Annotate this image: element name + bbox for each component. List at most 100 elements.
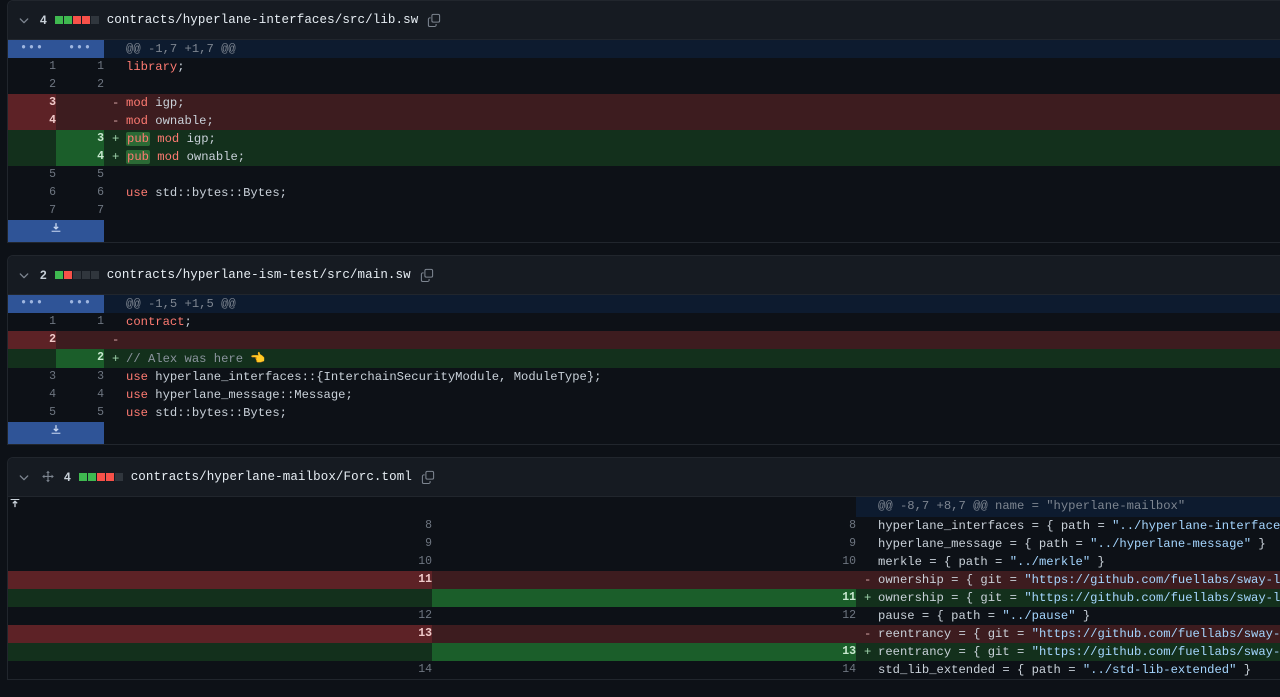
diff-code-cell[interactable]: use hyperlane_message::Message;	[104, 386, 1280, 404]
line-number-old: 13	[8, 625, 432, 643]
diff-row-ctx: 66 use std::bytes::Bytes;	[8, 184, 1280, 202]
chevron-down-icon[interactable]	[16, 469, 32, 485]
diffstat-square-add	[87, 473, 96, 481]
diff-code-cell[interactable]: use hyperlane_interfaces::{InterchainSec…	[104, 368, 1280, 386]
diff-row-ctx: 88 hyperlane_interfaces = { path = "../h…	[8, 517, 1280, 535]
expand-down-button[interactable]	[8, 422, 104, 444]
diff-row-ctx: 12 12 pause = { path = "../pause" }	[8, 607, 1280, 625]
diff-code-cell[interactable]: library;	[104, 58, 1280, 76]
file-header: 4 contracts/hyperlane-mailbox/Forc.toml	[8, 458, 1280, 497]
diff-code-cell[interactable]: + ownership = { git = "https://github.com…	[856, 589, 1280, 607]
diff-code-cell[interactable]: - mod igp;	[104, 94, 1280, 112]
copy-icon[interactable]	[419, 267, 435, 283]
diff-marker	[856, 517, 878, 535]
file-block: 4 contracts/hyperlane-mailbox/Forc.toml @@…	[0, 457, 1280, 680]
code-text: pub mod igp;	[126, 132, 216, 146]
file-frame: 2 contracts/hyperlane-ism-test/src/main.s…	[7, 255, 1280, 445]
diff-code-cell[interactable]: @@ -1,5 +1,5 @@	[104, 295, 1280, 313]
diffstat-square-neutral	[90, 16, 99, 24]
diff-code-cell[interactable]: use std::bytes::Bytes;	[104, 184, 1280, 202]
line-number-old: 1	[8, 58, 56, 76]
diff-row-hunk: ••• ••• @@ -1,7 +1,7 @@	[8, 40, 1280, 58]
expand-row-filler	[104, 220, 1280, 242]
diff-code-cell[interactable]: std_lib_extended = { path = "../std-lib-…	[856, 661, 1280, 679]
diff-code-cell[interactable]: + pub mod ownable;	[104, 148, 1280, 166]
line-number-new: 8	[432, 517, 856, 535]
code-text: merkle = { path = "../merkle" }	[878, 555, 1105, 569]
diff-marker: -	[864, 627, 872, 641]
chevron-down-icon[interactable]	[16, 267, 32, 283]
line-number-new: 9	[432, 535, 856, 553]
diff-code-cell[interactable]	[104, 166, 1280, 184]
emoji-pointing-hand: 👈	[250, 351, 266, 365]
diff-code-cell[interactable]: + // Alex was here 👈	[104, 349, 1280, 368]
diff-row-hunk: @@ -8,7 +8,7 @@ name = "hyperlane-mailbo…	[8, 497, 1280, 517]
diff-code-cell[interactable]: - ownership = { git = "https://github.com…	[856, 571, 1280, 589]
diff-code-cell[interactable]: + pub mod igp;	[104, 130, 1280, 148]
line-number-old: •••	[8, 40, 56, 58]
line-number-old: 10	[8, 553, 432, 571]
diff-code-cell[interactable]: hyperlane_message = { path = "../hyperla…	[856, 535, 1280, 553]
diff-code-cell[interactable]: use std::bytes::Bytes;	[104, 404, 1280, 422]
line-number-new: 12	[432, 607, 856, 625]
diff-code-cell[interactable]: - reentrancy = { git = "https://github.co…	[856, 625, 1280, 643]
diff-code-cell[interactable]: merkle = { path = "../merkle" }	[856, 553, 1280, 571]
code-text: ownership = { git = "https://github.com/…	[878, 573, 1280, 587]
move-handle-icon[interactable]	[40, 469, 56, 485]
file-path[interactable]: contracts/hyperlane-ism-test/src/main.sw	[107, 268, 411, 282]
line-number-old: 5	[8, 166, 56, 184]
diffstat-square-del	[81, 16, 90, 24]
diff-table: ••• ••• @@ -1,7 +1,7 @@ 1 1 library; 2 2 3- mod…	[8, 40, 1280, 242]
line-number-new	[56, 331, 104, 349]
diff-marker: +	[112, 150, 120, 164]
chevron-down-icon[interactable]	[16, 12, 32, 28]
diff-code-cell[interactable]: @@ -1,7 +1,7 @@	[104, 40, 1280, 58]
diff-code-cell[interactable]: @@ -8,7 +8,7 @@ name = "hyperlane-mailbo…	[856, 497, 1280, 517]
diff-marker: +	[112, 132, 120, 146]
line-number-old: 11	[8, 571, 432, 589]
diff-row-del: 3 - mod igp;	[8, 94, 1280, 112]
file-path[interactable]: contracts/hyperlane-interfaces/src/lib.s…	[107, 13, 419, 27]
line-number-new: 6	[56, 184, 104, 202]
line-number-new: 11	[432, 589, 856, 607]
file-frame: 4 contracts/hyperlane-mailbox/Forc.toml @@…	[7, 457, 1280, 680]
line-number-new: •••	[56, 40, 104, 58]
diff-row-del: 4 - mod ownable;	[8, 112, 1280, 130]
file-path[interactable]: contracts/hyperlane-mailbox/Forc.toml	[131, 470, 412, 484]
diff-code-cell[interactable]	[104, 202, 1280, 220]
change-count: 2	[40, 268, 47, 282]
line-number-old: 12	[8, 607, 432, 625]
line-number-old: 9	[8, 535, 432, 553]
copy-icon[interactable]	[426, 12, 442, 28]
diff-marker: -	[112, 333, 120, 347]
diff-code-cell[interactable]: contract;	[104, 313, 1280, 331]
copy-icon[interactable]	[420, 469, 436, 485]
diffstat-square-del	[105, 473, 114, 481]
diffstat-square-neutral	[72, 271, 81, 279]
diff-code-cell[interactable]: -	[104, 331, 1280, 349]
diff-row-add: 2 + // Alex was here 👈	[8, 349, 1280, 368]
diff-marker	[856, 661, 878, 679]
expand-down-button[interactable]	[8, 220, 104, 242]
diff-code-cell[interactable]: pause = { path = "../pause" }	[856, 607, 1280, 625]
diff-row-add: 13 + reentrancy = { git = "https://github.…	[8, 643, 1280, 661]
diffstat-square-del	[63, 271, 72, 279]
diff-code-cell[interactable]: hyperlane_interfaces = { path = "../hype…	[856, 517, 1280, 535]
diffstat-square-add	[54, 16, 63, 24]
line-number-new: 4	[56, 386, 104, 404]
diff-code-cell[interactable]: - mod ownable;	[104, 112, 1280, 130]
line-number-old	[8, 349, 56, 368]
diffstat-squares	[54, 16, 99, 24]
diff-marker	[104, 76, 126, 94]
line-number-old: 3	[8, 368, 56, 386]
diff-code-cell[interactable]	[104, 76, 1280, 94]
file-frame: 4 contracts/hyperlane-interfaces/src/lib.…	[7, 0, 1280, 243]
expand-up-button[interactable]	[8, 497, 856, 517]
diff-marker	[104, 386, 126, 404]
diffstat-square-neutral	[90, 271, 99, 279]
diff-code-cell[interactable]: + reentrancy = { git = "https://github.co…	[856, 643, 1280, 661]
code-text: mod igp;	[126, 96, 185, 110]
code-text: reentrancy = { git = "https://github.com…	[878, 645, 1280, 659]
line-number-new: 13	[432, 643, 856, 661]
code-text: @@ -8,7 +8,7 @@ name = "hyperlane-mailbo…	[878, 499, 1186, 513]
